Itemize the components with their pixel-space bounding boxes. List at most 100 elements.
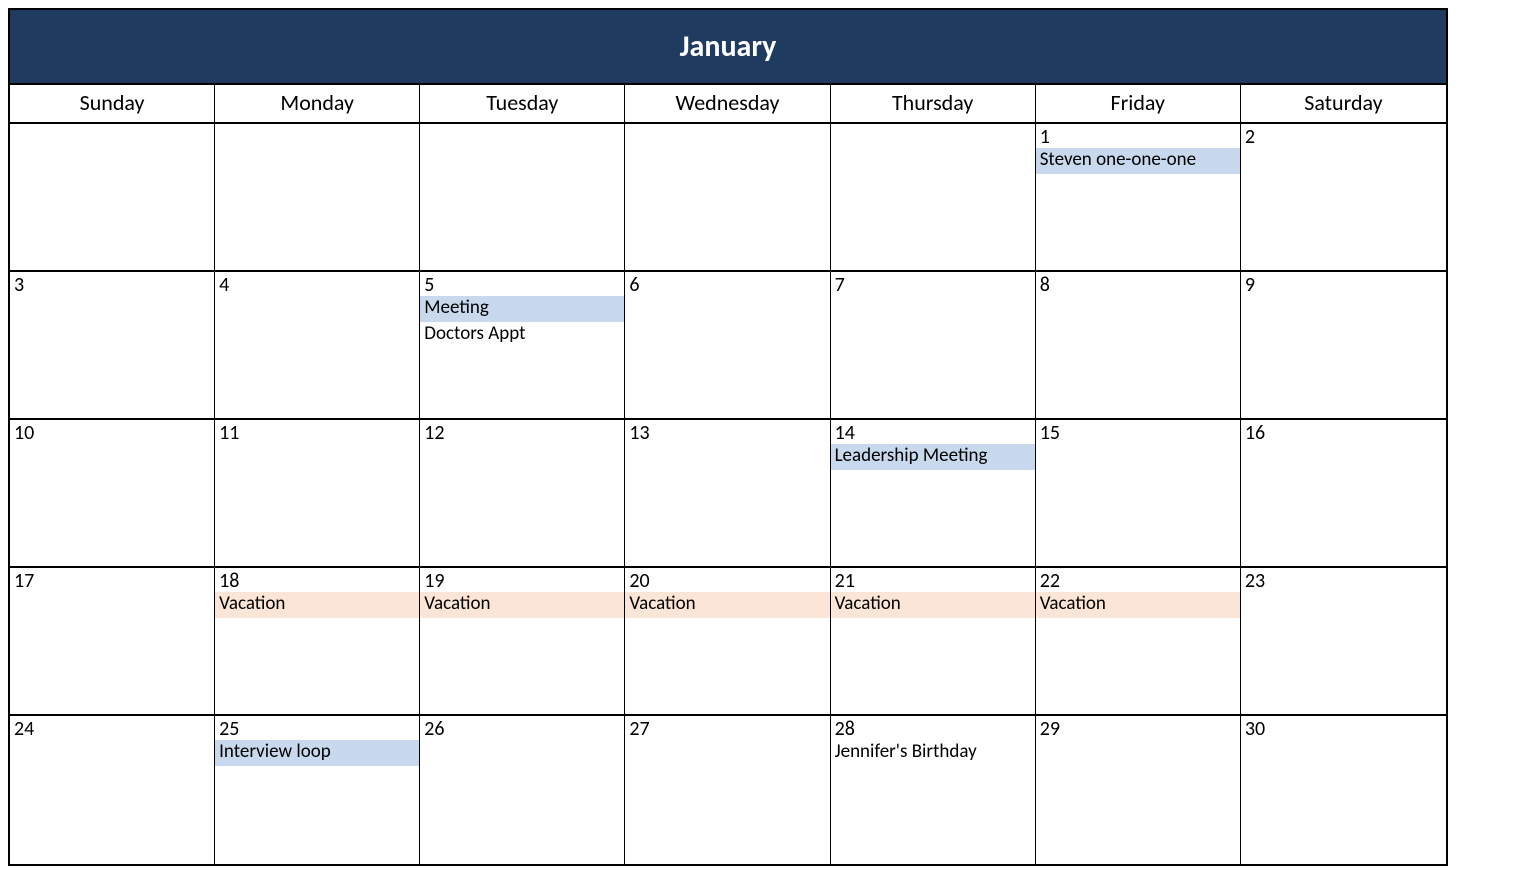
day-number: 30 — [1241, 716, 1446, 740]
day-cell[interactable]: 24 — [10, 716, 215, 864]
calendar-event[interactable]: Steven one-one-one — [1036, 148, 1240, 174]
calendar-event[interactable]: Vacation — [831, 592, 1035, 618]
day-cell[interactable]: 15 — [1036, 420, 1241, 566]
day-cell[interactable]: 19Vacation — [420, 568, 625, 714]
day-cell[interactable]: 6 — [625, 272, 830, 418]
day-number: 29 — [1036, 716, 1240, 740]
day-cell[interactable]: 1Steven one-one-one — [1036, 124, 1241, 270]
day-cell[interactable]: 17 — [10, 568, 215, 714]
event-list: Vacation — [215, 592, 419, 618]
day-cell[interactable]: 18Vacation — [215, 568, 420, 714]
day-cell[interactable]: 20Vacation — [625, 568, 830, 714]
calendar-event[interactable]: Doctors Appt — [420, 322, 624, 348]
day-number: 19 — [420, 568, 624, 592]
week-row: 1011121314Leadership Meeting1516 — [10, 420, 1446, 568]
day-number: 5 — [420, 272, 624, 296]
day-cell[interactable]: 7 — [831, 272, 1036, 418]
day-number: 7 — [831, 272, 1035, 296]
weekday-saturday: Saturday — [1241, 85, 1446, 122]
calendar-event[interactable]: Leadership Meeting — [831, 444, 1035, 470]
day-number: 16 — [1241, 420, 1446, 444]
day-cell[interactable]: 12 — [420, 420, 625, 566]
day-cell[interactable]: 25Interview loop — [215, 716, 420, 864]
day-number: 4 — [215, 272, 419, 296]
event-list: Jennifer's Birthday — [831, 740, 1035, 766]
event-list: Vacation — [1036, 592, 1240, 618]
calendar-event[interactable]: Vacation — [625, 592, 829, 618]
day-number: 9 — [1241, 272, 1446, 296]
day-cell[interactable]: 30 — [1241, 716, 1446, 864]
day-number: 8 — [1036, 272, 1240, 296]
day-cell[interactable]: 4 — [215, 272, 420, 418]
day-cell[interactable]: 21Vacation — [831, 568, 1036, 714]
day-number: 3 — [10, 272, 214, 296]
weekday-friday: Friday — [1036, 85, 1241, 122]
day-number: 6 — [625, 272, 829, 296]
calendar-event[interactable]: Meeting — [420, 296, 624, 322]
day-cell[interactable] — [420, 124, 625, 270]
day-cell[interactable]: 16 — [1241, 420, 1446, 566]
weekday-sunday: Sunday — [10, 85, 215, 122]
day-cell[interactable]: 23 — [1241, 568, 1446, 714]
event-list: MeetingDoctors Appt — [420, 296, 624, 348]
day-cell[interactable] — [625, 124, 830, 270]
day-number: 14 — [831, 420, 1035, 444]
day-number: 15 — [1036, 420, 1240, 444]
calendar-event[interactable]: Vacation — [420, 592, 624, 618]
day-cell[interactable]: 11 — [215, 420, 420, 566]
week-row: 1718Vacation19Vacation20Vacation21Vacati… — [10, 568, 1446, 716]
day-number: 27 — [625, 716, 829, 740]
day-number: 13 — [625, 420, 829, 444]
calendar-event[interactable]: Jennifer's Birthday — [831, 740, 1035, 766]
day-cell[interactable]: 28Jennifer's Birthday — [831, 716, 1036, 864]
day-cell[interactable]: 2 — [1241, 124, 1446, 270]
calendar-event[interactable]: Vacation — [1036, 592, 1240, 618]
day-cell[interactable] — [215, 124, 420, 270]
calendar-event[interactable]: Interview loop — [215, 740, 419, 766]
day-cell[interactable]: 26 — [420, 716, 625, 864]
day-cell[interactable]: 3 — [10, 272, 215, 418]
calendar: January Sunday Monday Tuesday Wednesday … — [8, 8, 1448, 866]
weekday-header-row: Sunday Monday Tuesday Wednesday Thursday… — [10, 85, 1446, 124]
event-list: Vacation — [831, 592, 1035, 618]
weekday-wednesday: Wednesday — [625, 85, 830, 122]
weekday-tuesday: Tuesday — [420, 85, 625, 122]
day-number: 22 — [1036, 568, 1240, 592]
calendar-grid: 1Steven one-one-one2345MeetingDoctors Ap… — [10, 124, 1446, 864]
day-cell[interactable] — [831, 124, 1036, 270]
day-number: 1 — [1036, 124, 1240, 148]
day-cell[interactable]: 5MeetingDoctors Appt — [420, 272, 625, 418]
week-row: 1Steven one-one-one2 — [10, 124, 1446, 272]
day-cell[interactable]: 14Leadership Meeting — [831, 420, 1036, 566]
weekday-thursday: Thursday — [831, 85, 1036, 122]
calendar-event[interactable]: Vacation — [215, 592, 419, 618]
day-cell[interactable]: 9 — [1241, 272, 1446, 418]
day-cell[interactable]: 13 — [625, 420, 830, 566]
day-number: 21 — [831, 568, 1035, 592]
day-number: 12 — [420, 420, 624, 444]
day-number: 18 — [215, 568, 419, 592]
day-number: 25 — [215, 716, 419, 740]
day-number: 10 — [10, 420, 214, 444]
day-cell[interactable]: 8 — [1036, 272, 1241, 418]
week-row: 345MeetingDoctors Appt6789 — [10, 272, 1446, 420]
event-list: Steven one-one-one — [1036, 148, 1240, 174]
day-cell[interactable]: 29 — [1036, 716, 1241, 864]
event-list: Interview loop — [215, 740, 419, 766]
day-cell[interactable]: 10 — [10, 420, 215, 566]
day-number: 11 — [215, 420, 419, 444]
event-list: Leadership Meeting — [831, 444, 1035, 470]
day-number: 24 — [10, 716, 214, 740]
event-list: Vacation — [625, 592, 829, 618]
month-title: January — [10, 10, 1446, 85]
day-number: 2 — [1241, 124, 1446, 148]
day-number: 20 — [625, 568, 829, 592]
weekday-monday: Monday — [215, 85, 420, 122]
day-cell[interactable]: 27 — [625, 716, 830, 864]
day-cell[interactable] — [10, 124, 215, 270]
day-number: 17 — [10, 568, 214, 592]
day-cell[interactable]: 22Vacation — [1036, 568, 1241, 714]
day-number: 23 — [1241, 568, 1446, 592]
day-number: 26 — [420, 716, 624, 740]
event-list: Vacation — [420, 592, 624, 618]
